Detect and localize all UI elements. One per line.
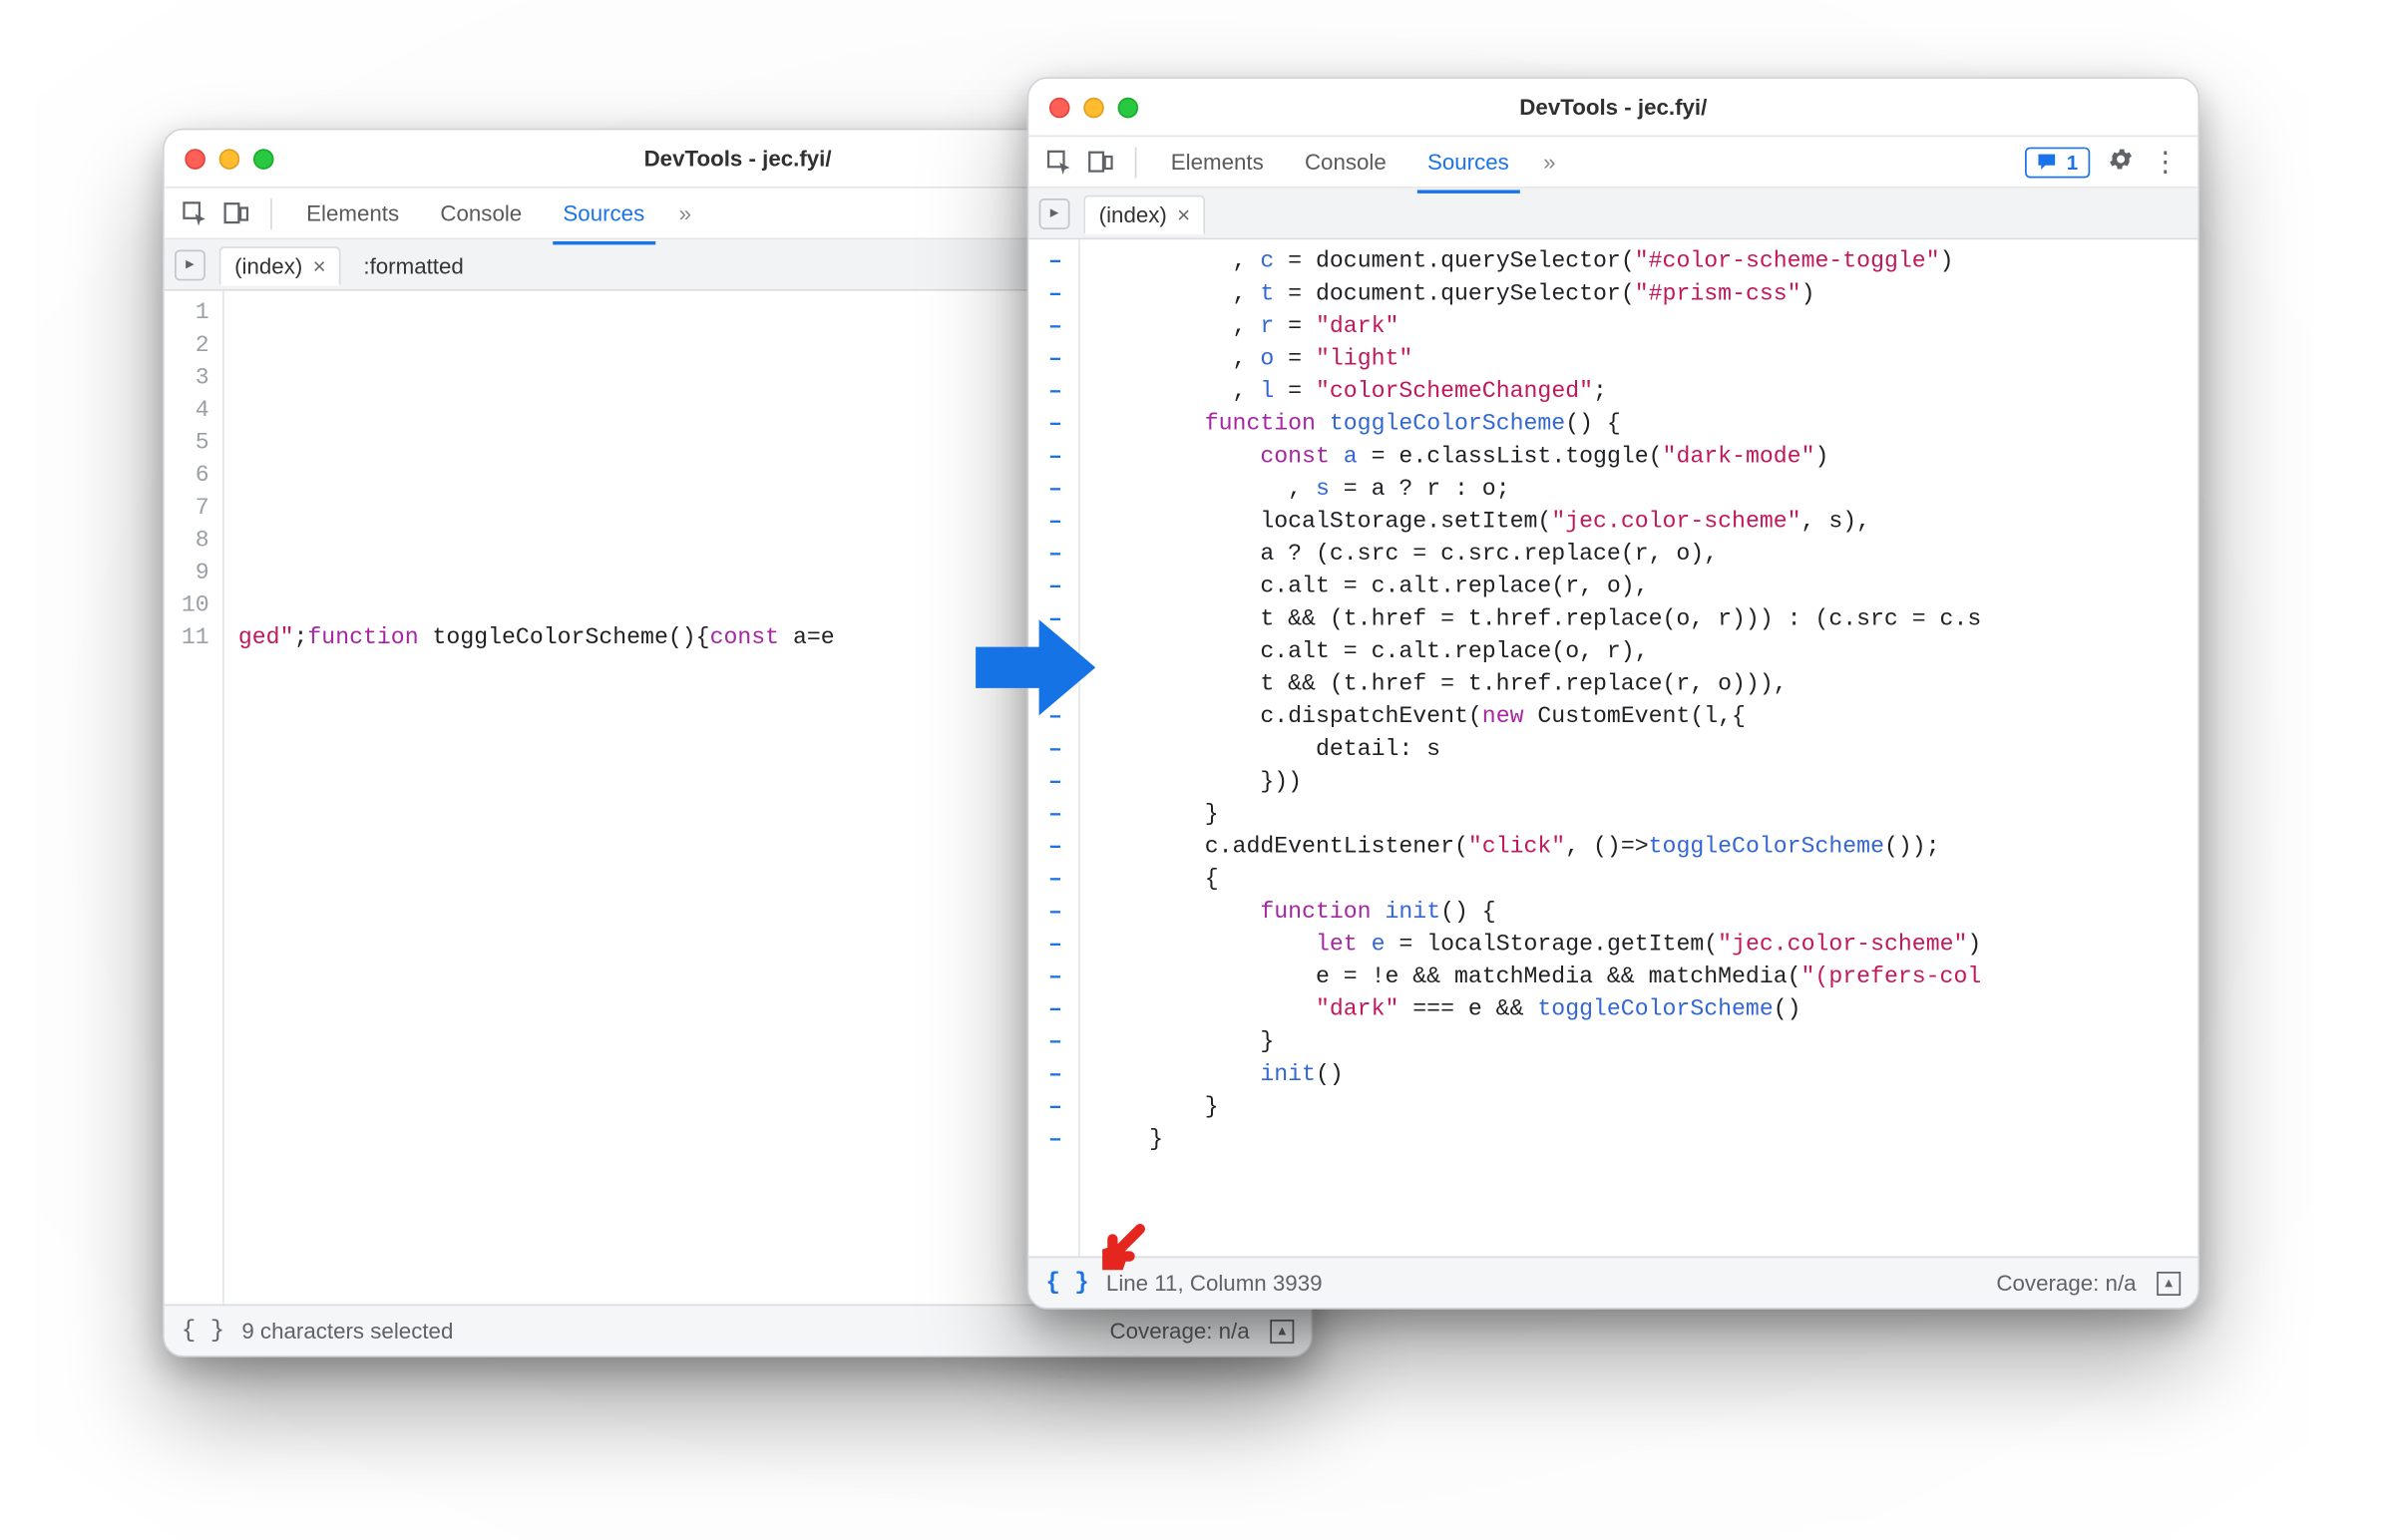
inspect-icon[interactable] xyxy=(1045,148,1072,176)
tab-sources[interactable]: Sources xyxy=(550,193,658,232)
device-mode-icon[interactable] xyxy=(1087,148,1114,176)
file-tab-index[interactable]: (index) × xyxy=(1083,195,1205,234)
coverage-label: Coverage: n/a xyxy=(1996,1270,2136,1296)
status-message: 9 characters selected xyxy=(241,1318,453,1344)
arrow-annotation-icon xyxy=(968,599,1104,736)
close-tab-icon[interactable]: × xyxy=(313,253,326,279)
pretty-print-icon[interactable]: { } xyxy=(1045,1269,1088,1296)
code-editor[interactable]: –––––––––––––––––––––––––––– , c = docum… xyxy=(1028,239,2197,1256)
file-tab-bar: ▸ (index) × xyxy=(1028,189,2197,239)
expand-icon[interactable]: ▴ xyxy=(1270,1319,1294,1343)
inspect-icon[interactable] xyxy=(182,198,208,226)
tab-elements[interactable]: Elements xyxy=(1157,142,1277,181)
status-bar: { } 9 characters selected Coverage: n/a … xyxy=(165,1305,1312,1355)
code-content[interactable]: , c = document.querySelector("#color-sch… xyxy=(1080,239,1992,1256)
line-gutter: 1234567891011 xyxy=(165,291,224,1305)
close-tab-icon[interactable]: × xyxy=(1177,201,1190,227)
issues-count: 1 xyxy=(2067,150,2078,174)
navigator-toggle-icon[interactable]: ▸ xyxy=(1039,197,1070,228)
arrow-annotation-icon xyxy=(1092,1219,1154,1281)
kebab-menu-icon[interactable]: ⋮ xyxy=(2152,145,2181,179)
code-content[interactable]: ged";function toggleColorScheme(){const … xyxy=(224,291,845,1305)
pretty-print-icon[interactable]: { } xyxy=(182,1317,224,1344)
file-tab-label: (index) xyxy=(234,253,302,279)
status-bar: { } Line 11, Column 3939 Coverage: n/a ▴ xyxy=(1028,1257,2197,1308)
tab-console[interactable]: Console xyxy=(1291,142,1399,181)
tabs-overflow-icon[interactable]: » xyxy=(1536,149,1562,175)
file-tab-formatted[interactable]: :formatted xyxy=(348,246,479,285)
tab-elements[interactable]: Elements xyxy=(292,193,412,232)
tabs-overflow-icon[interactable]: » xyxy=(672,200,698,226)
window-title: DevTools - jec.fyi/ xyxy=(1028,94,2197,120)
file-tab-label: :formatted xyxy=(363,253,463,279)
devtools-window-right: DevTools - jec.fyi/ Elements Console Sou… xyxy=(1027,77,2199,1310)
coverage-label: Coverage: n/a xyxy=(1110,1318,1250,1344)
file-tab-index[interactable]: (index) × xyxy=(219,246,341,285)
issues-badge[interactable]: 1 xyxy=(2026,147,2091,178)
line-gutter: –––––––––––––––––––––––––––– xyxy=(1028,239,1079,1256)
device-mode-icon[interactable] xyxy=(222,198,249,226)
settings-icon[interactable] xyxy=(2107,146,2134,179)
tab-console[interactable]: Console xyxy=(427,193,536,232)
file-tab-label: (index) xyxy=(1099,201,1167,227)
expand-icon[interactable]: ▴ xyxy=(2157,1271,2181,1295)
navigator-toggle-icon[interactable]: ▸ xyxy=(175,249,205,280)
tab-sources[interactable]: Sources xyxy=(1413,142,1522,181)
titlebar[interactable]: DevTools - jec.fyi/ xyxy=(1028,79,2197,137)
devtools-toolbar: Elements Console Sources » 1 ⋮ xyxy=(1028,137,2197,188)
